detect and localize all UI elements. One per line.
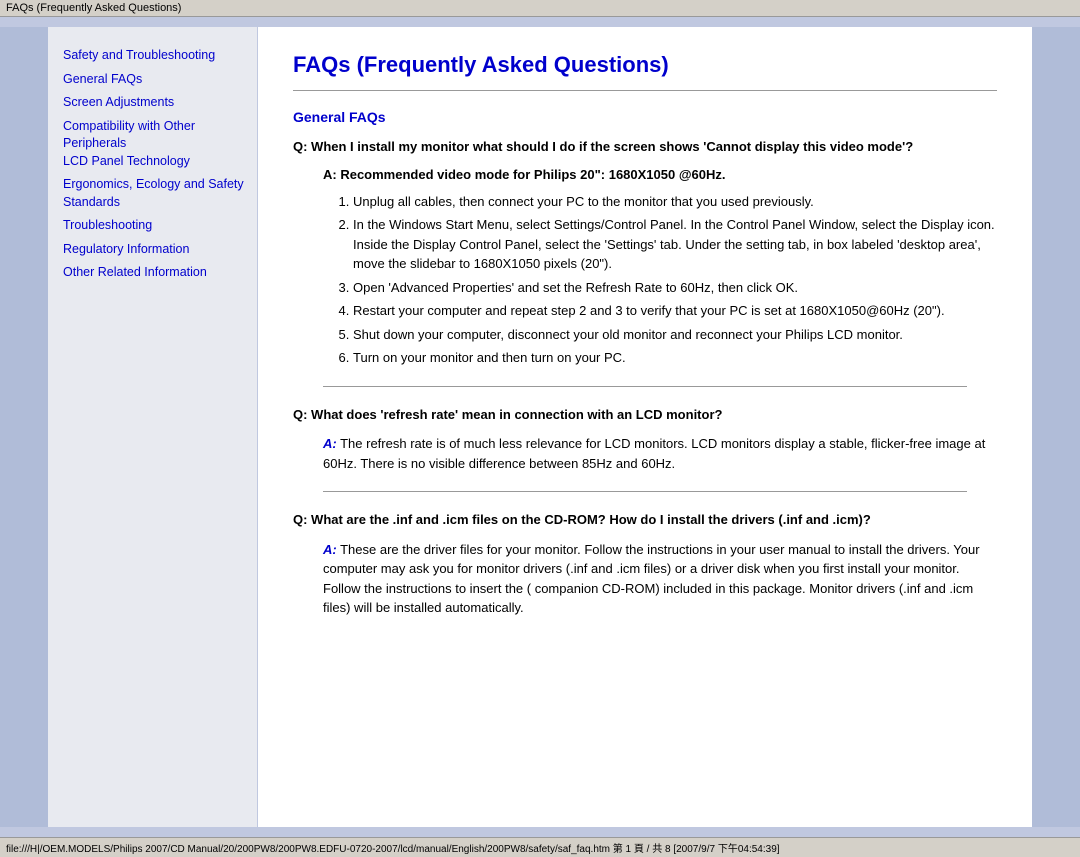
list-item: Shut down your computer, disconnect your… bbox=[353, 325, 997, 345]
list-item: In the Windows Start Menu, select Settin… bbox=[353, 215, 997, 274]
answer-1-steps: Unplug all cables, then connect your PC … bbox=[353, 192, 997, 368]
list-item: Restart your computer and repeat step 2 … bbox=[353, 301, 997, 321]
status-text: file:///H|/OEM.MODELS/Philips 2007/CD Ma… bbox=[6, 844, 780, 855]
question-2: Q: What does 'refresh rate' mean in conn… bbox=[293, 405, 997, 425]
sidebar-item-ergonomics[interactable]: Ergonomics, Ecology and Safety Standards bbox=[63, 176, 247, 211]
answer-3: A: These are the driver files for your m… bbox=[323, 540, 997, 618]
left-decoration bbox=[0, 27, 48, 827]
browser-title: FAQs (Frequently Asked Questions) bbox=[6, 2, 181, 14]
status-bar: file:///H|/OEM.MODELS/Philips 2007/CD Ma… bbox=[0, 837, 1080, 857]
question-3: Q: What are the .inf and .icm files on t… bbox=[293, 510, 997, 530]
sidebar-item-screen-adjustments[interactable]: Screen Adjustments bbox=[63, 94, 247, 112]
page-title: FAQs (Frequently Asked Questions) bbox=[293, 52, 997, 78]
sidebar-item-regulatory[interactable]: Regulatory Information bbox=[63, 241, 247, 259]
title-divider bbox=[293, 90, 997, 91]
right-decoration bbox=[1032, 27, 1080, 827]
sidebar-item-other-related[interactable]: Other Related Information bbox=[63, 264, 247, 282]
sidebar-item-compatibility[interactable]: Compatibility with Other Peripherals bbox=[63, 119, 195, 151]
main-content: FAQs (Frequently Asked Questions) Genera… bbox=[258, 27, 1032, 827]
question-1: Q: When I install my monitor what should… bbox=[293, 137, 997, 157]
answer-2: A: The refresh rate is of much less rele… bbox=[323, 434, 997, 473]
browser-bar: FAQs (Frequently Asked Questions) bbox=[0, 0, 1080, 17]
divider-1 bbox=[323, 386, 967, 387]
sidebar-item-troubleshooting[interactable]: Troubleshooting bbox=[63, 217, 247, 235]
sidebar-item-lcd-panel[interactable]: LCD Panel Technology bbox=[63, 153, 247, 171]
sidebar-item-general-faqs[interactable]: General FAQs bbox=[63, 71, 247, 89]
list-item: Open 'Advanced Properties' and set the R… bbox=[353, 278, 997, 298]
sidebar-item-safety-troubleshooting[interactable]: Safety and Troubleshooting bbox=[63, 47, 247, 65]
list-item: Turn on your monitor and then turn on yo… bbox=[353, 348, 997, 368]
answer-1-highlight: A: Recommended video mode for Philips 20… bbox=[323, 167, 997, 182]
list-item: Unplug all cables, then connect your PC … bbox=[353, 192, 997, 212]
divider-2 bbox=[323, 491, 967, 492]
sidebar: Safety and Troubleshooting General FAQs … bbox=[48, 27, 258, 827]
section-title: General FAQs bbox=[293, 109, 997, 125]
